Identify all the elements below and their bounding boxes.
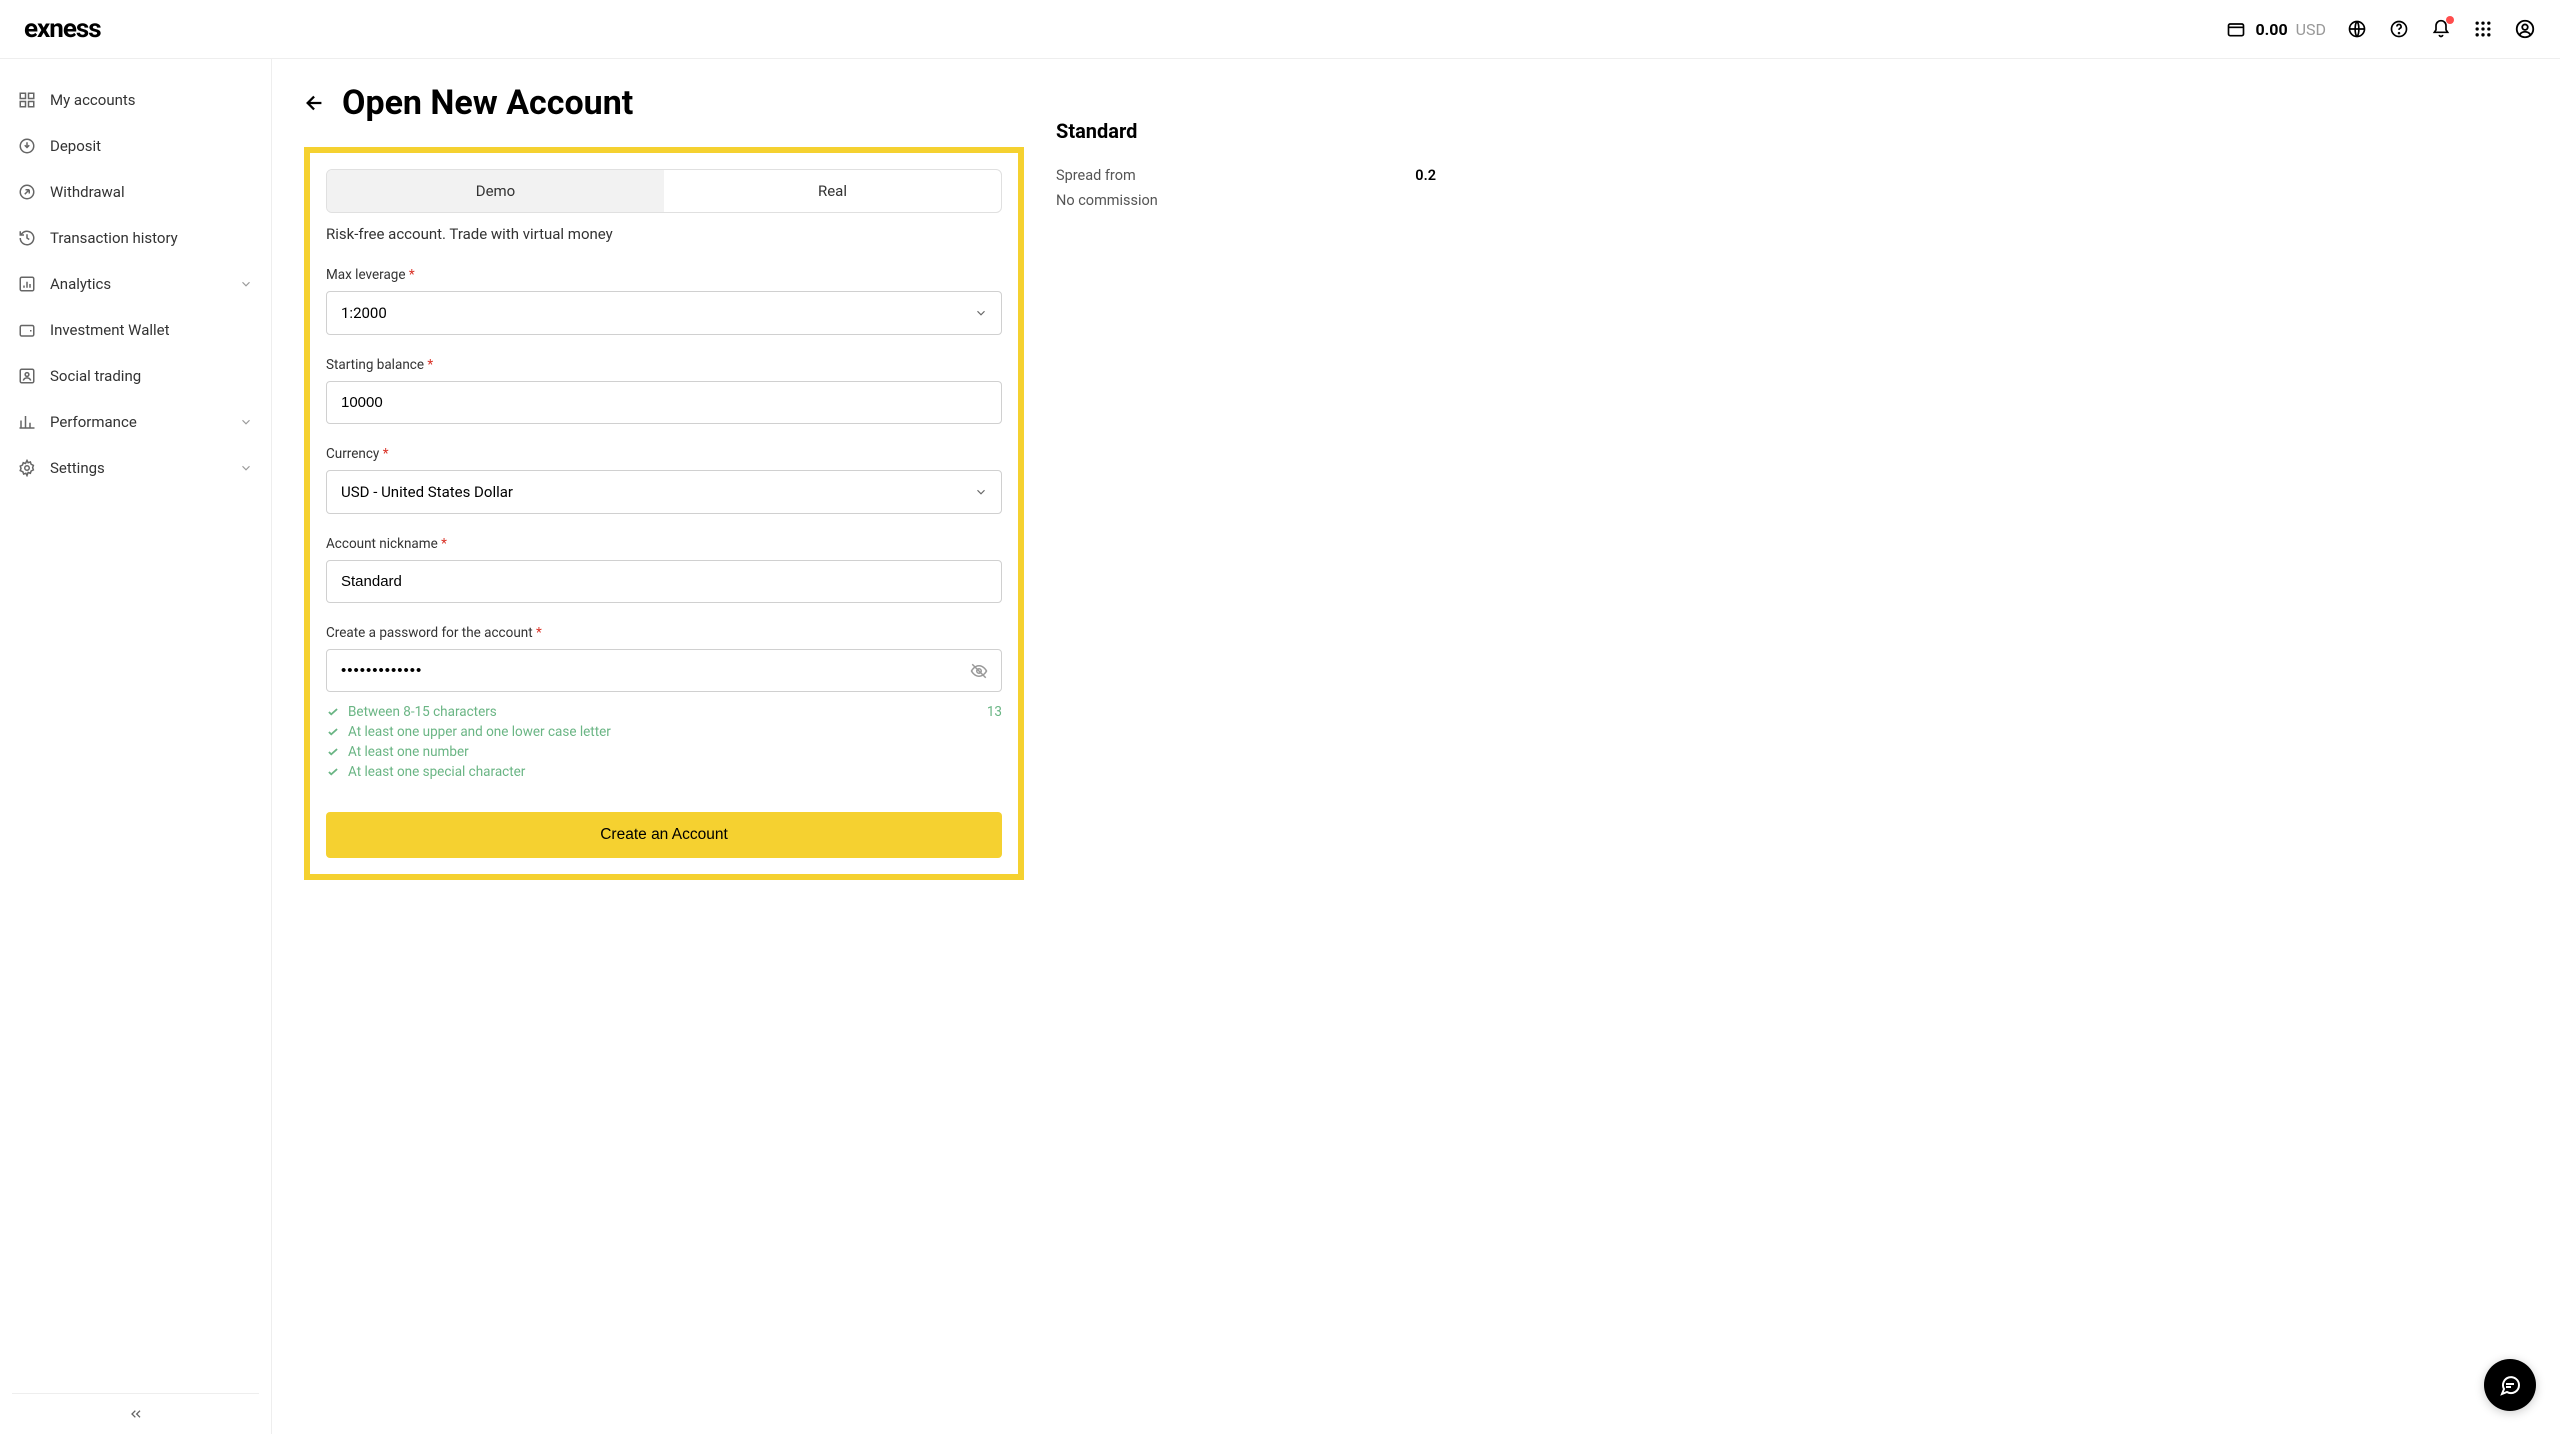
password-rule: Between 8-15 characters xyxy=(326,704,497,720)
wallet-icon xyxy=(18,321,36,339)
password-input[interactable] xyxy=(326,649,1002,692)
sidebar-item-label: Investment Wallet xyxy=(50,321,170,339)
main: Open New Account Demo Real Risk-free acc… xyxy=(272,59,2560,1434)
password-rule: At least one number xyxy=(326,744,1002,760)
password-rules: Between 8-15 characters 13 At least one … xyxy=(326,704,1002,780)
currency-select[interactable]: USD - United States Dollar xyxy=(326,470,1002,514)
currency-label: Currency * xyxy=(326,446,1002,462)
sidebar-item-label: My accounts xyxy=(50,91,136,109)
arrow-up-right-circle-icon xyxy=(18,183,36,201)
sidebar-item-social-trading[interactable]: Social trading xyxy=(0,353,271,399)
apps-icon[interactable] xyxy=(2472,18,2494,40)
sidebar: My accounts Deposit Withdrawal Transacti… xyxy=(0,59,272,1434)
field-password: Create a password for the account * Betw… xyxy=(326,625,1002,780)
wallet-icon xyxy=(2225,18,2247,40)
bar-chart-icon xyxy=(18,413,36,431)
chevron-down-icon xyxy=(239,461,253,475)
account-type-tabs: Demo Real xyxy=(326,169,1002,213)
sidebar-item-transaction-history[interactable]: Transaction history xyxy=(0,215,271,261)
summary-value: 0.2 xyxy=(1415,167,1436,184)
starting-balance-input[interactable] xyxy=(326,381,1002,424)
balance-amount: 0.00 xyxy=(2255,20,2287,39)
summary-label: Spread from xyxy=(1056,167,1136,184)
password-rule: At least one upper and one lower case le… xyxy=(326,724,1002,740)
grid-icon xyxy=(18,91,36,109)
starting-balance-label: Starting balance * xyxy=(326,357,1002,373)
sidebar-item-label: Social trading xyxy=(50,367,141,385)
account-summary: Standard Spread from 0.2 No commission xyxy=(1056,83,1436,1410)
balance[interactable]: 0.00 USD xyxy=(2225,18,2326,40)
eye-off-icon[interactable] xyxy=(970,662,988,680)
chat-icon xyxy=(2498,1373,2522,1397)
sidebar-item-label: Analytics xyxy=(50,275,111,293)
bell-icon[interactable] xyxy=(2430,18,2452,40)
sidebar-item-analytics[interactable]: Analytics xyxy=(0,261,271,307)
help-icon[interactable] xyxy=(2388,18,2410,40)
sidebar-item-label: Deposit xyxy=(50,137,101,155)
form-card: Demo Real Risk-free account. Trade with … xyxy=(304,147,1024,880)
password-label: Create a password for the account * xyxy=(326,625,1002,641)
field-starting-balance: Starting balance * xyxy=(326,357,1002,424)
main-left: Open New Account Demo Real Risk-free acc… xyxy=(304,83,1024,1410)
balance-currency: USD xyxy=(2296,20,2326,39)
password-rule: At least one special character xyxy=(326,764,1002,780)
header: exness 0.00 USD xyxy=(0,0,2560,59)
page-title-row: Open New Account xyxy=(304,83,1024,123)
create-account-button[interactable]: Create an Account xyxy=(326,812,1002,858)
field-max-leverage: Max leverage * 1:2000 xyxy=(326,267,1002,335)
account-icon[interactable] xyxy=(2514,18,2536,40)
back-button[interactable] xyxy=(304,92,326,114)
nickname-label: Account nickname * xyxy=(326,536,1002,552)
header-right: 0.00 USD xyxy=(2225,18,2536,40)
sidebar-item-deposit[interactable]: Deposit xyxy=(0,123,271,169)
password-char-count: 13 xyxy=(987,704,1002,724)
sidebar-item-settings[interactable]: Settings xyxy=(0,445,271,491)
people-icon xyxy=(18,367,36,385)
chevron-down-icon xyxy=(239,277,253,291)
tab-real[interactable]: Real xyxy=(664,170,1001,212)
tab-description: Risk-free account. Trade with virtual mo… xyxy=(326,225,1002,243)
nickname-input[interactable] xyxy=(326,560,1002,603)
logo[interactable]: exness xyxy=(24,14,101,44)
gear-icon xyxy=(18,459,36,477)
history-icon xyxy=(18,229,36,247)
sidebar-collapse[interactable] xyxy=(12,1393,259,1434)
sidebar-item-performance[interactable]: Performance xyxy=(0,399,271,445)
max-leverage-label: Max leverage * xyxy=(326,267,1002,283)
page-title: Open New Account xyxy=(342,83,633,123)
globe-icon[interactable] xyxy=(2346,18,2368,40)
analytics-icon xyxy=(18,275,36,293)
sidebar-item-label: Performance xyxy=(50,413,137,431)
field-nickname: Account nickname * xyxy=(326,536,1002,603)
chevron-double-left-icon xyxy=(128,1406,144,1422)
summary-row: Spread from 0.2 xyxy=(1056,167,1436,184)
chevron-down-icon xyxy=(239,415,253,429)
download-circle-icon xyxy=(18,137,36,155)
max-leverage-select[interactable]: 1:2000 xyxy=(326,291,1002,335)
chat-button[interactable] xyxy=(2484,1359,2536,1411)
sidebar-list: My accounts Deposit Withdrawal Transacti… xyxy=(0,59,271,1393)
summary-label: No commission xyxy=(1056,192,1158,209)
summary-title: Standard xyxy=(1056,119,1436,143)
sidebar-item-withdrawal[interactable]: Withdrawal xyxy=(0,169,271,215)
sidebar-item-label: Transaction history xyxy=(50,229,178,247)
sidebar-item-investment-wallet[interactable]: Investment Wallet xyxy=(0,307,271,353)
tab-demo[interactable]: Demo xyxy=(327,170,664,212)
sidebar-item-label: Settings xyxy=(50,459,105,477)
summary-row: No commission xyxy=(1056,192,1436,209)
sidebar-item-my-accounts[interactable]: My accounts xyxy=(0,77,271,123)
sidebar-item-label: Withdrawal xyxy=(50,183,125,201)
field-currency: Currency * USD - United States Dollar xyxy=(326,446,1002,514)
notification-dot xyxy=(2446,16,2454,24)
